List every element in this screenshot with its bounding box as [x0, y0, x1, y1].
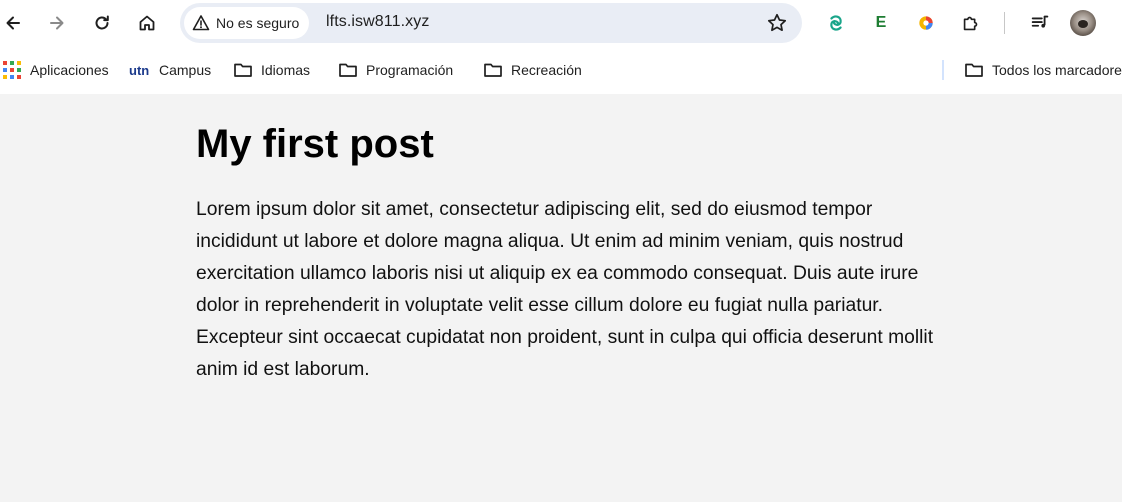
- bookmark-label: Todos los marcadores: [992, 62, 1122, 78]
- bookmark-folder-programacion[interactable]: Programación: [338, 58, 453, 82]
- address-bar[interactable]: No es seguro lfts.isw811.xyz: [180, 3, 802, 43]
- bookmark-label: Programación: [366, 62, 454, 78]
- toolbar-divider: [1004, 12, 1005, 34]
- bookmark-label: Campus: [159, 62, 212, 78]
- reload-button[interactable]: [87, 8, 117, 38]
- bookmarks-bar: Aplicaciones utn Campus Idiomas Programa…: [0, 46, 1122, 94]
- browser-toolbar: No es seguro lfts.isw811.xyz E: [0, 0, 1122, 46]
- security-label: No es seguro: [216, 15, 300, 31]
- extensions-menu-button[interactable]: [958, 10, 984, 36]
- utn-logo-icon: utn: [129, 63, 149, 78]
- extension-e-icon: E: [875, 14, 887, 31]
- back-button[interactable]: [0, 8, 28, 38]
- queue-music-icon: [1031, 15, 1049, 28]
- folder-icon: [484, 63, 502, 77]
- extension-button[interactable]: [823, 10, 849, 36]
- bookmark-campus[interactable]: utn Campus: [129, 58, 211, 82]
- media-control-button[interactable]: [1027, 10, 1053, 36]
- arrow-left-icon: [6, 16, 20, 30]
- bookmark-label: Idiomas: [261, 62, 311, 78]
- folder-icon: [234, 63, 252, 77]
- forward-button[interactable]: [42, 8, 72, 38]
- home-button[interactable]: [132, 8, 162, 38]
- warning-icon: [192, 15, 210, 31]
- bookmark-label: Recreación: [511, 62, 582, 78]
- extension-swirl-icon: [830, 15, 842, 31]
- bookmarks-divider: [942, 60, 944, 80]
- page-content: My first post Lorem ipsum dolor sit amet…: [0, 94, 1122, 502]
- security-chip[interactable]: No es seguro: [184, 7, 310, 39]
- extension-color-button[interactable]: [913, 10, 939, 36]
- home-icon: [139, 15, 155, 31]
- reload-icon: [95, 15, 109, 30]
- folder-icon: [965, 63, 983, 77]
- svg-text:utn: utn: [129, 63, 149, 78]
- url-text[interactable]: lfts.isw811.xyz: [326, 13, 429, 31]
- folder-icon: [339, 63, 357, 77]
- post-body: Lorem ipsum dolor sit amet, consectetur …: [196, 199, 934, 380]
- bookmark-label: Aplicaciones: [30, 62, 109, 78]
- bookmark-apps[interactable]: Aplicaciones: [2, 58, 109, 82]
- color-circle-icon: [919, 16, 933, 30]
- bookmark-folder-recreacion[interactable]: Recreación: [483, 58, 582, 82]
- apps-grid-icon: [3, 61, 21, 79]
- post-title: My first post: [196, 122, 434, 166]
- extension-e-button[interactable]: E: [868, 10, 894, 36]
- all-bookmarks-button[interactable]: Todos los marcadores: [964, 58, 1122, 82]
- profile-avatar[interactable]: [1070, 10, 1096, 36]
- bookmark-star-icon[interactable]: [766, 12, 788, 34]
- bookmark-folder-idiomas[interactable]: Idiomas: [233, 58, 310, 82]
- puzzle-piece-icon: [963, 16, 978, 31]
- arrow-right-icon: [50, 16, 64, 30]
